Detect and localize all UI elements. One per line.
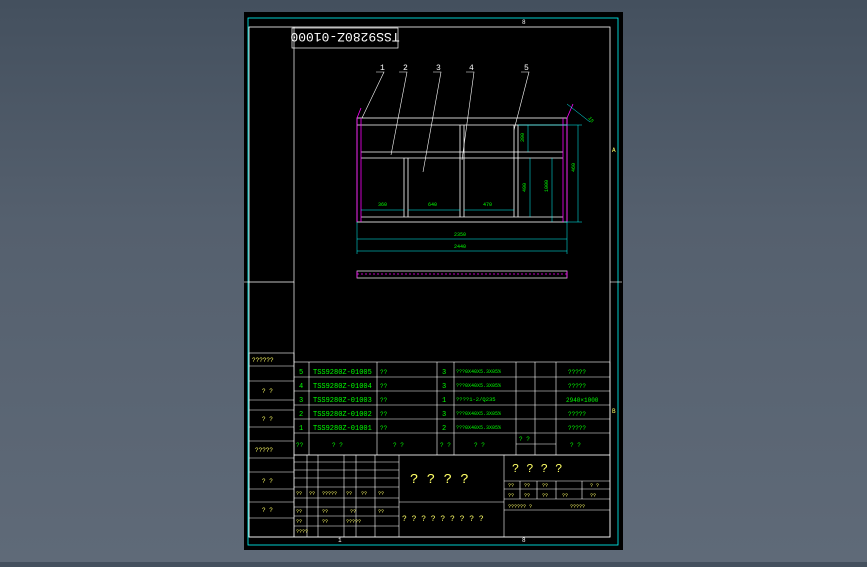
balloon-5: 5 bbox=[524, 64, 529, 73]
bom-qty: 2 bbox=[442, 425, 446, 433]
svg-text:??: ?? bbox=[322, 509, 328, 515]
bom-no: 4 bbox=[299, 383, 303, 391]
bom-header-code: ? ? bbox=[332, 442, 343, 449]
svg-text:??: ?? bbox=[378, 509, 384, 515]
svg-text:??: ?? bbox=[378, 491, 384, 497]
dim-390: 390 bbox=[520, 133, 526, 142]
bom-code: TSS9280Z-01001 bbox=[313, 425, 372, 433]
dim-2440: 2440 bbox=[454, 244, 466, 250]
bom-code: TSS9280Z-01003 bbox=[313, 397, 372, 405]
drawing-canvas: 8 1 8 A B TSS9280Z-01000 1 2 3 4 5 360 6… bbox=[244, 12, 623, 550]
title-main: ? ? ? ? bbox=[410, 472, 469, 488]
svg-text:? ?: ? ? bbox=[590, 483, 599, 489]
svg-text:??: ?? bbox=[590, 493, 596, 499]
zone-right-a: A bbox=[612, 147, 616, 154]
zone-right-b: B bbox=[612, 408, 616, 415]
bom-spec: ???0X40X5.3X05% bbox=[456, 425, 501, 431]
bom-note: ????? bbox=[568, 383, 586, 390]
bom-no: 3 bbox=[299, 397, 303, 405]
bom-header-weight: ? ? bbox=[519, 436, 530, 443]
dim-490: 490 bbox=[522, 183, 528, 192]
svg-text:??: ?? bbox=[296, 519, 302, 525]
balloon-2: 2 bbox=[403, 64, 408, 73]
bom-header-spec: ? ? bbox=[474, 442, 485, 449]
title-right: ? ? ? ? bbox=[512, 462, 562, 476]
bom-name: ?? bbox=[380, 397, 388, 404]
bom-note: ????? bbox=[568, 425, 586, 432]
left-strip-label: ? ? bbox=[262, 507, 273, 514]
svg-text:??: ?? bbox=[508, 483, 514, 489]
dim-470: 470 bbox=[483, 202, 492, 208]
bom-spec: ???0X40X5.3X05% bbox=[456, 369, 501, 375]
dim-1000: 1000 bbox=[544, 180, 550, 192]
svg-text:?????: ????? bbox=[346, 519, 361, 525]
cad-viewport[interactable]: 8 1 8 A B TSS9280Z-01000 1 2 3 4 5 360 6… bbox=[0, 0, 867, 562]
bom-name: ?? bbox=[380, 425, 388, 432]
dim-2350: 2350 bbox=[454, 232, 466, 238]
bom-code: TSS9280Z-01004 bbox=[313, 383, 372, 391]
svg-text:??: ?? bbox=[346, 491, 352, 497]
bom-header-no: ?? bbox=[296, 442, 304, 449]
svg-text:??: ?? bbox=[562, 493, 568, 499]
balloon-4: 4 bbox=[469, 64, 474, 73]
dim-360: 360 bbox=[378, 202, 387, 208]
svg-text:??: ?? bbox=[296, 509, 302, 515]
svg-text:?????? ?: ?????? ? bbox=[508, 504, 532, 510]
bom-note: 2940×1000 bbox=[566, 397, 599, 404]
bom-header-name: ? ? bbox=[393, 442, 404, 449]
svg-text:?????: ????? bbox=[570, 504, 585, 510]
bom-no: 5 bbox=[299, 369, 303, 377]
dim-460: 460 bbox=[571, 163, 577, 172]
bom-code: TSS9280Z-01005 bbox=[313, 369, 372, 377]
zone-bottom-8: 8 bbox=[522, 537, 526, 544]
svg-text:??: ?? bbox=[524, 483, 530, 489]
balloon-1: 1 bbox=[380, 64, 385, 73]
bom-no: 1 bbox=[299, 425, 303, 433]
svg-text:??: ?? bbox=[508, 493, 514, 499]
balloon-3: 3 bbox=[436, 64, 441, 73]
bom-no: 2 bbox=[299, 411, 303, 419]
bom-note: ????? bbox=[568, 369, 586, 376]
dim-640: 640 bbox=[428, 202, 437, 208]
svg-text:??: ?? bbox=[524, 493, 530, 499]
left-strip-label: ? ? bbox=[262, 388, 273, 395]
bom-name: ?? bbox=[380, 411, 388, 418]
svg-text:?????: ????? bbox=[322, 491, 337, 497]
drawing-number: TSS9280Z-01000 bbox=[290, 29, 399, 44]
bom-code: TSS9280Z-01002 bbox=[313, 411, 372, 419]
bom-name: ?? bbox=[380, 383, 388, 390]
drawing-sheet bbox=[244, 12, 623, 550]
bom-spec: ???0X40X5.3X05% bbox=[456, 383, 501, 389]
bom-spec: ????1-2/Q235 bbox=[456, 396, 496, 403]
bom-qty: 1 bbox=[442, 397, 446, 405]
svg-text:??: ?? bbox=[542, 483, 548, 489]
bom-spec: ???0X40X5.3X05% bbox=[456, 411, 501, 417]
svg-text:??: ?? bbox=[542, 493, 548, 499]
bom-note: ????? bbox=[568, 411, 586, 418]
title-company: ? ? ? ? ? ? ? ? ? bbox=[402, 515, 484, 524]
svg-text:??: ?? bbox=[322, 519, 328, 525]
zone-bottom-1: 1 bbox=[338, 537, 342, 544]
bom-header-qty: ? ? bbox=[440, 442, 451, 449]
svg-text:????: ???? bbox=[296, 529, 308, 535]
left-strip-label: ? ? bbox=[262, 478, 273, 485]
left-strip-label: ? ? bbox=[262, 416, 273, 423]
bom-header-note: ? ? bbox=[570, 442, 581, 449]
zone-top-8: 8 bbox=[522, 19, 526, 26]
svg-text:??: ?? bbox=[296, 491, 302, 497]
left-strip-label: ?????? bbox=[252, 357, 274, 364]
svg-text:??: ?? bbox=[309, 491, 315, 497]
bom-qty: 3 bbox=[442, 383, 446, 391]
svg-text:??: ?? bbox=[361, 491, 367, 497]
left-strip-label: ????? bbox=[255, 447, 273, 454]
bom-qty: 3 bbox=[442, 369, 446, 377]
bom-qty: 3 bbox=[442, 411, 446, 419]
svg-text:??: ?? bbox=[350, 509, 356, 515]
bom-name: ?? bbox=[380, 369, 388, 376]
